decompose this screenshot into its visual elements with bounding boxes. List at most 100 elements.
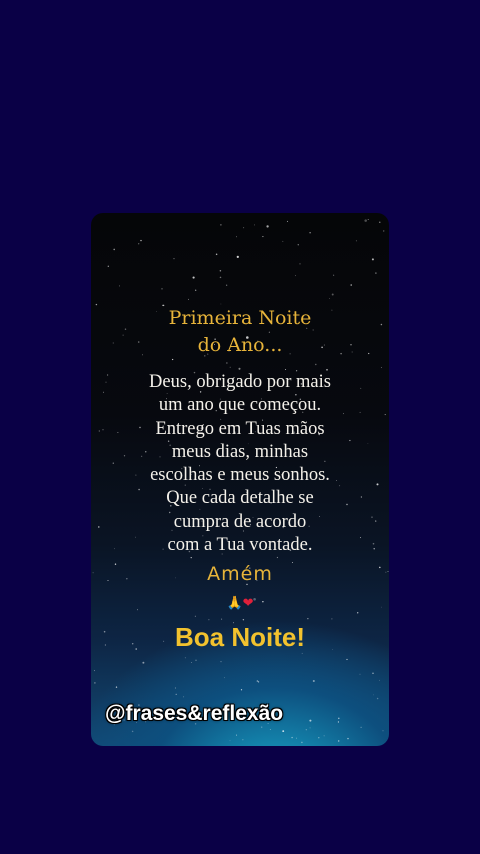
star <box>286 220 289 222</box>
star <box>254 224 255 226</box>
star <box>309 727 311 729</box>
star <box>191 662 193 663</box>
star <box>376 697 379 700</box>
star <box>309 232 311 234</box>
star <box>238 367 241 370</box>
star <box>243 227 245 229</box>
star <box>173 258 175 260</box>
amen-text: Amém <box>207 563 273 585</box>
star <box>236 734 238 736</box>
star <box>355 240 357 242</box>
page-background: Primeira Noite do Ano... Deus, obrigado … <box>0 0 480 854</box>
star <box>226 362 228 364</box>
star <box>174 687 176 689</box>
star <box>331 293 334 296</box>
star <box>337 740 340 742</box>
star <box>350 284 352 286</box>
star <box>382 230 385 232</box>
quote-card: Primeira Noite do Ano... Deus, obrigado … <box>91 213 389 746</box>
star <box>261 726 263 728</box>
star <box>282 730 285 732</box>
star <box>138 243 140 245</box>
star <box>219 276 222 279</box>
star <box>215 253 218 256</box>
star <box>192 276 195 279</box>
star <box>301 741 303 744</box>
star <box>309 719 312 722</box>
star <box>282 240 284 242</box>
star <box>229 366 231 368</box>
star <box>337 721 339 723</box>
star <box>291 736 293 739</box>
star <box>107 265 109 267</box>
star <box>140 239 142 242</box>
star <box>142 661 145 664</box>
star <box>266 225 269 228</box>
star <box>256 680 259 682</box>
star <box>195 289 197 291</box>
star <box>175 693 177 696</box>
star <box>373 694 374 696</box>
star <box>242 739 244 741</box>
star <box>220 224 222 226</box>
star <box>94 682 96 684</box>
star <box>359 673 361 675</box>
star <box>229 740 231 742</box>
star <box>379 679 380 681</box>
star <box>226 284 228 286</box>
star <box>194 615 196 617</box>
star <box>221 618 223 620</box>
star <box>329 298 330 300</box>
star <box>161 288 163 290</box>
star <box>367 218 369 221</box>
star <box>380 367 382 368</box>
star <box>307 618 309 620</box>
star <box>208 619 210 621</box>
star <box>285 369 287 370</box>
star <box>318 737 320 739</box>
star <box>346 658 348 661</box>
prayer-text: Deus, obrigado por mais um ano que começ… <box>149 372 331 556</box>
star <box>195 659 197 661</box>
card-title: Primeira Noite do Ano... <box>168 307 312 356</box>
star <box>258 681 260 683</box>
star <box>236 255 239 259</box>
star <box>357 612 359 614</box>
star <box>131 730 134 733</box>
star <box>220 661 222 663</box>
star <box>323 735 325 737</box>
star <box>188 298 189 300</box>
star <box>301 652 303 654</box>
star <box>347 737 349 740</box>
good-night-greeting: Boa Noite! <box>175 622 305 652</box>
star <box>235 236 238 238</box>
star <box>338 717 340 720</box>
praying-hands-icon: 🙏 <box>226 596 243 611</box>
author-handle: @frases&reflexão <box>105 702 284 725</box>
star <box>379 221 381 223</box>
star <box>242 618 245 621</box>
star <box>297 244 299 246</box>
star <box>382 730 384 732</box>
star <box>269 729 271 731</box>
star <box>171 358 174 361</box>
star <box>296 737 297 739</box>
star <box>93 670 95 672</box>
star <box>113 248 115 251</box>
star <box>262 236 264 238</box>
star <box>315 363 317 366</box>
star <box>119 285 121 287</box>
star <box>375 272 377 274</box>
star <box>371 258 374 261</box>
star <box>184 657 186 659</box>
star <box>223 677 225 679</box>
star <box>299 263 301 265</box>
heart-icon: ❤ <box>242 596 254 611</box>
star <box>372 672 374 674</box>
star <box>360 726 362 729</box>
star <box>364 219 367 222</box>
star <box>183 696 185 698</box>
star <box>115 686 118 688</box>
star <box>219 269 222 272</box>
emoji-row: 🙏❤ <box>91 596 389 611</box>
